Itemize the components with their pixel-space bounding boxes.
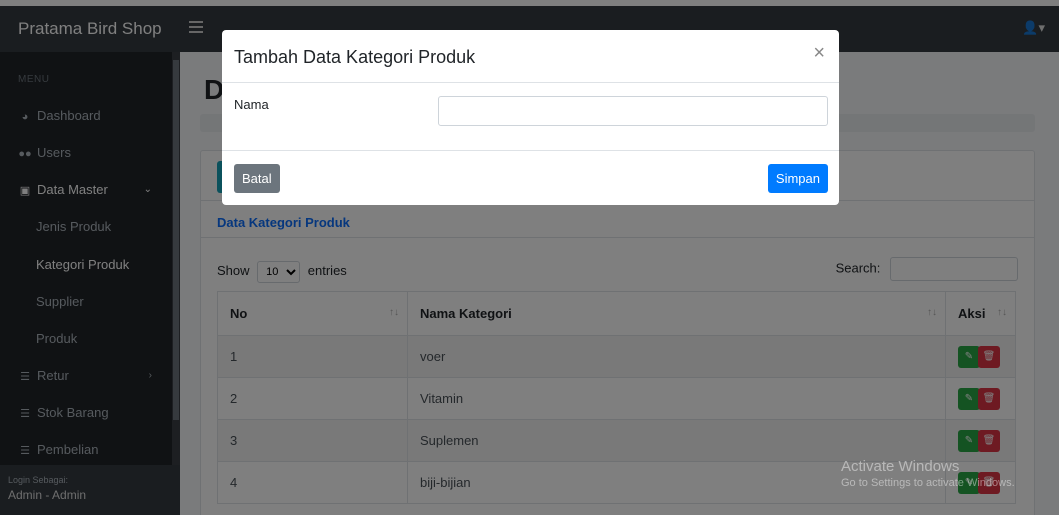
modal-header: Tambah Data Kategori Produk × — [222, 30, 839, 83]
nama-input[interactable] — [438, 96, 828, 126]
modal-title: Tambah Data Kategori Produk — [234, 47, 476, 67]
activate-windows-watermark: Activate Windows Go to Settings to activ… — [841, 458, 1015, 489]
watermark-title: Activate Windows — [841, 458, 960, 475]
cancel-button[interactable]: Batal — [234, 164, 280, 193]
modal-footer: Batal Simpan — [222, 150, 839, 205]
save-button[interactable]: Simpan — [767, 164, 828, 193]
modal-body: Nama — [222, 83, 839, 150]
close-icon[interactable]: × — [813, 42, 825, 65]
watermark-subtitle: Go to Settings to activate Windows. — [841, 477, 1015, 489]
nama-label: Nama — [234, 97, 269, 112]
add-category-modal: Tambah Data Kategori Produk × Nama Batal… — [222, 30, 839, 205]
